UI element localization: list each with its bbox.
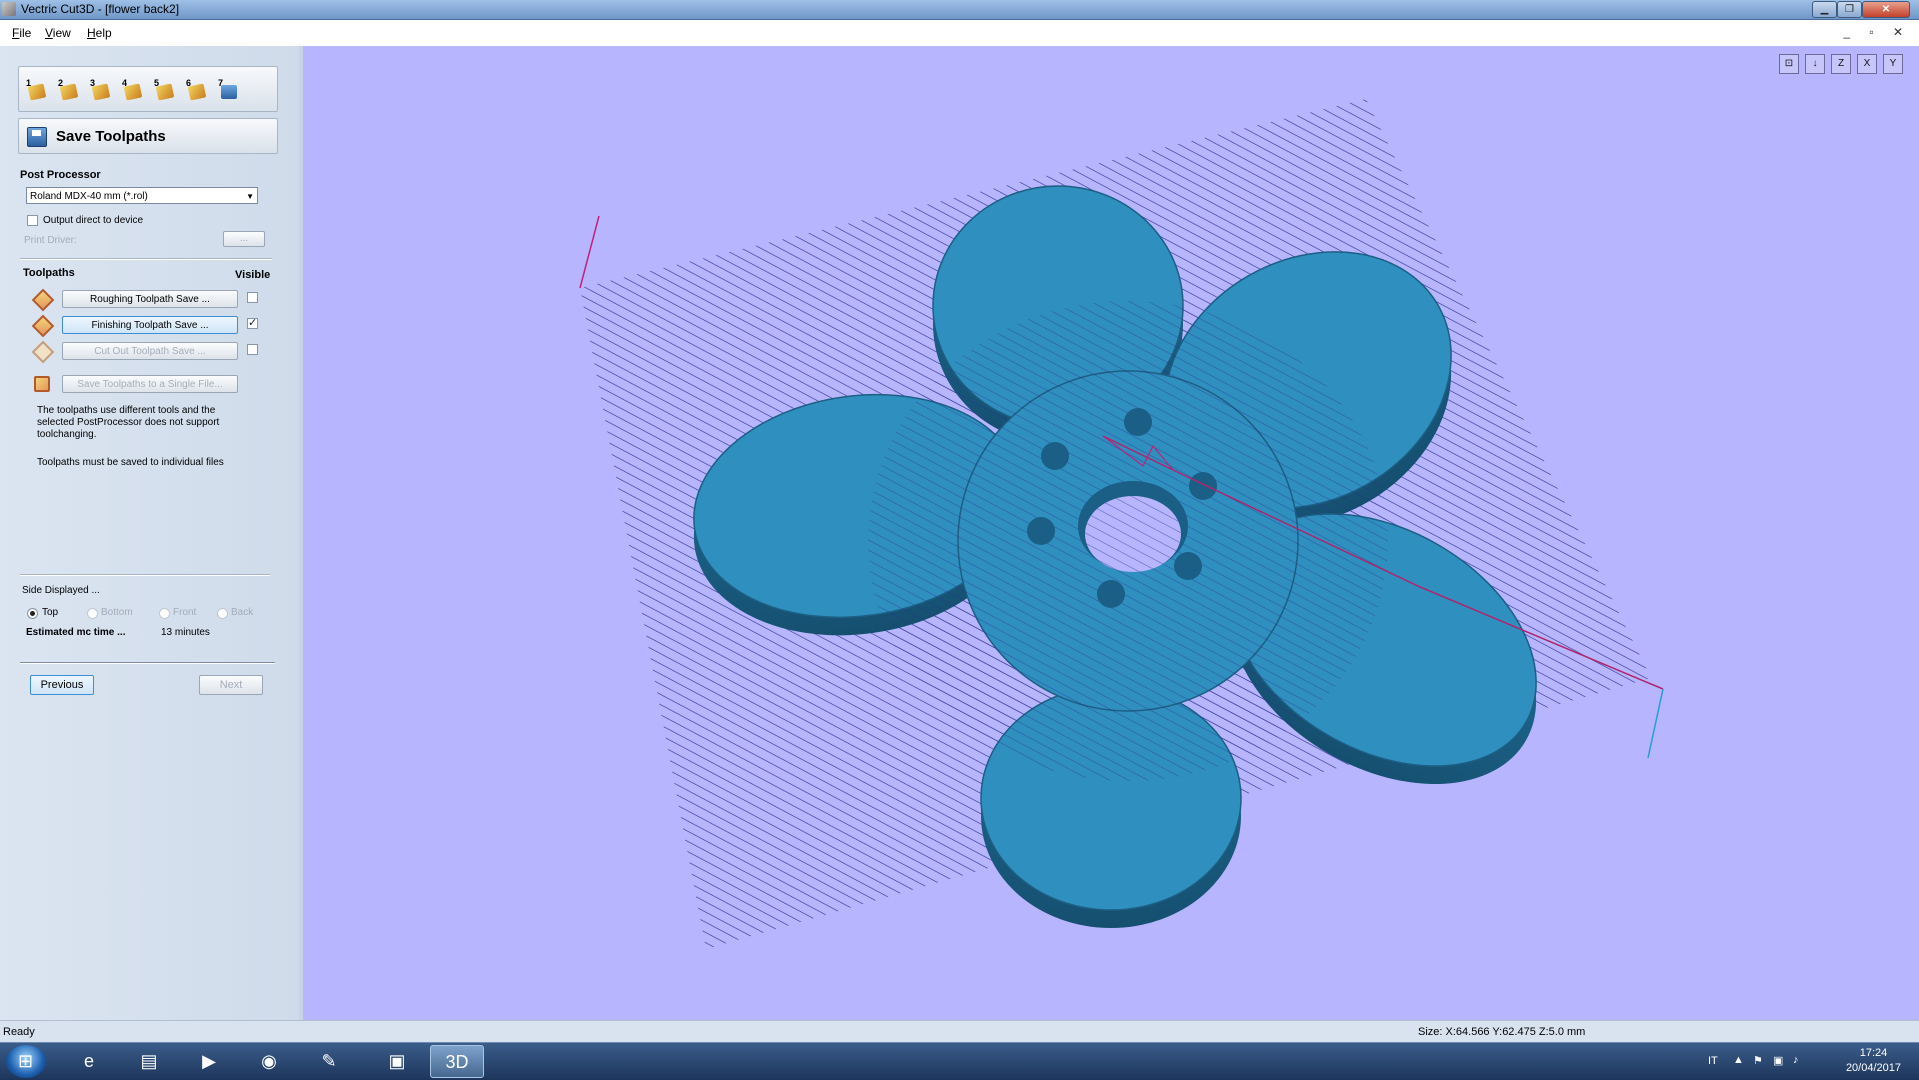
roughing-visible-checkbox[interactable] [247, 292, 258, 303]
side-front-label: Front [173, 607, 197, 618]
side-bottom-radio[interactable] [87, 608, 98, 619]
maximize-button[interactable]: ❐ [1837, 1, 1862, 18]
divider [20, 258, 272, 260]
clock[interactable]: 17:24 20/04/2017 [1846, 1046, 1901, 1076]
output-direct-label: Output direct to device [43, 215, 144, 226]
roughing-toolpath-icon [31, 288, 55, 312]
windows-logo-icon: ⊞ [18, 1051, 34, 1071]
divider [20, 662, 275, 664]
action-center-flag-icon[interactable]: ⚑ [1753, 1054, 1763, 1067]
taskbar: ⊞ e ▤ ▶ ◉ ✎ ▣ 3D IT ▲ ⚑ ▣ ♪ 17:24 20/04/… [0, 1042, 1919, 1080]
toolchange-note: The toolpaths use different tools and th… [37, 405, 220, 440]
close-button[interactable]: ✕ [1862, 1, 1910, 18]
step-6-preview-icon[interactable]: 6 [185, 78, 207, 102]
status-model-size: Size: X:64.566 Y:62.475 Z:5.0 mm [1418, 1026, 1586, 1038]
chevron-down-icon: ▼ [246, 192, 254, 201]
step-7-save-icon[interactable]: 7 [217, 78, 239, 102]
3d-viewport[interactable]: ⊡ ↓ Z X Y [303, 46, 1919, 1020]
side-displayed-label: Side Displayed ... [22, 585, 100, 596]
roughing-save-button[interactable]: Roughing Toolpath Save ... [62, 290, 238, 308]
side-bottom-label: Bottom [101, 607, 133, 618]
app-pen-icon[interactable]: ✎ [302, 1045, 356, 1078]
save-single-file-button[interactable]: Save Toolpaths to a Single File... [62, 375, 238, 393]
file-explorer-icon[interactable]: ▤ [122, 1045, 176, 1078]
app-icon[interactable] [2, 2, 16, 16]
save-disk-icon [27, 127, 47, 147]
menu-bar: File View Help _ ▫ ✕ [0, 20, 1919, 46]
individual-files-note: Toolpaths must be saved to individual fi… [37, 457, 224, 468]
clock-time: 17:24 [1859, 1047, 1888, 1059]
cutout-save-button[interactable]: Cut Out Toolpath Save ... [62, 342, 238, 360]
next-button[interactable]: Next [199, 675, 263, 695]
post-processor-label: Post Processor [20, 169, 101, 181]
wizard-steps-toolbar: 1 2 3 4 5 6 7 [18, 66, 278, 112]
status-ready: Ready [3, 1026, 35, 1038]
model-preview [579, 99, 1664, 949]
finishing-toolpath-icon [31, 314, 55, 338]
minimize-button[interactable]: ▁ [1812, 1, 1837, 18]
cutout-visible-checkbox[interactable] [247, 344, 258, 355]
side-top-label: Top [42, 607, 59, 618]
menu-file[interactable]: File [12, 26, 31, 40]
mdi-window-controls[interactable]: _ ▫ ✕ [1843, 25, 1911, 39]
step-4-finishing-icon[interactable]: 4 [121, 78, 143, 102]
media-player-icon[interactable]: ▶ [182, 1045, 236, 1078]
chrome-icon[interactable]: ◉ [242, 1045, 296, 1078]
step-header: Save Toolpaths [18, 118, 278, 154]
single-file-icon [30, 374, 50, 394]
menu-view[interactable]: View [45, 26, 71, 40]
post-processor-value: Roland MDX-40 mm (*.rol) [30, 191, 148, 202]
cut3d-taskbar-button[interactable]: 3D [430, 1045, 484, 1078]
visible-column-label: Visible [235, 269, 271, 281]
step-title: Save Toolpaths [56, 128, 166, 145]
volume-icon[interactable]: ♪ [1793, 1054, 1799, 1066]
print-driver-browse-button[interactable]: ... [223, 231, 265, 247]
internet-explorer-icon[interactable]: e [62, 1045, 116, 1078]
language-indicator[interactable]: IT [1708, 1055, 1718, 1067]
window-title: Vectric Cut3D - [flower back2] [21, 2, 180, 16]
previous-button[interactable]: Previous [30, 675, 94, 695]
tray-expand-icon[interactable]: ▲ [1733, 1054, 1744, 1066]
divider [20, 574, 270, 576]
side-top-radio[interactable] [27, 608, 38, 619]
step-1-open-icon[interactable]: 1 [25, 78, 47, 102]
clock-date: 20/04/2017 [1845, 1062, 1901, 1074]
step-5-cutout-icon[interactable]: 5 [153, 78, 175, 102]
side-back-label: Back [231, 607, 254, 618]
side-back-radio[interactable] [217, 608, 228, 619]
step-2-orient-icon[interactable]: 2 [57, 78, 79, 102]
step-3-roughing-icon[interactable]: 3 [89, 78, 111, 102]
output-direct-checkbox[interactable] [27, 215, 38, 226]
post-processor-select[interactable]: Roland MDX-40 mm (*.rol) ▼ [26, 187, 258, 204]
network-icon[interactable]: ▣ [1773, 1054, 1783, 1067]
finishing-save-button[interactable]: Finishing Toolpath Save ... [62, 316, 238, 334]
menu-help[interactable]: Help [87, 26, 112, 40]
status-bar: Ready Size: X:64.566 Y:62.475 Z:5.0 mm [0, 1020, 1919, 1043]
app-cube-icon[interactable]: ▣ [370, 1045, 424, 1078]
estimate-label: Estimated mc time ... [26, 627, 126, 638]
side-front-radio[interactable] [159, 608, 170, 619]
title-bar: Vectric Cut3D - [flower back2] ▁ ❐ ✕ [0, 0, 1919, 20]
print-driver-label: Print Driver: [24, 235, 77, 246]
estimate-value: 13 minutes [161, 627, 210, 638]
toolpaths-label: Toolpaths [23, 267, 75, 279]
cutout-toolpath-icon [31, 340, 55, 364]
start-button[interactable]: ⊞ [6, 1045, 46, 1078]
finishing-visible-checkbox[interactable] [247, 316, 258, 329]
